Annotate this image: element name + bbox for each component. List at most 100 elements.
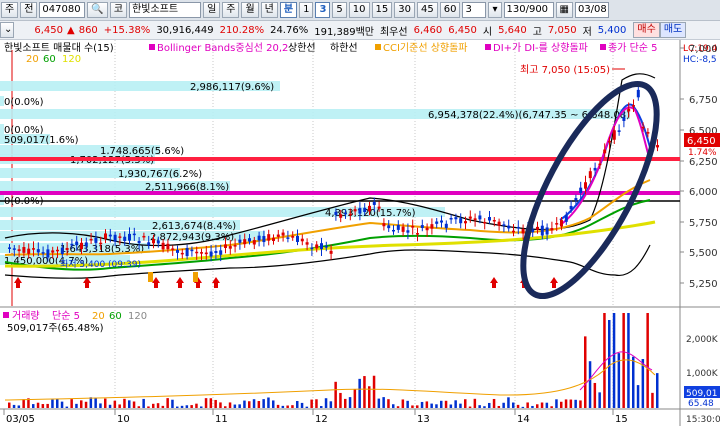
candle-body xyxy=(276,234,280,237)
candle-body xyxy=(555,223,559,225)
menu-icon[interactable]: ⌄ xyxy=(0,22,14,38)
period-week[interactable]: 주 xyxy=(222,2,240,18)
candle-body xyxy=(300,238,304,242)
stock-name-prefix[interactable]: 코 xyxy=(109,2,128,18)
volume-bar xyxy=(89,397,93,408)
volume-profile-label: 6,954,378(22.4%)(6,747.35 ~ 6,648.08) xyxy=(428,110,630,121)
candle-body xyxy=(608,140,611,143)
minute-60[interactable]: 60 xyxy=(439,2,461,18)
candle-body xyxy=(147,242,151,246)
candle-body xyxy=(569,205,573,210)
count-field[interactable]: 130/900 xyxy=(503,2,554,18)
price-label: 6,000 xyxy=(689,187,718,198)
volume-bar xyxy=(588,361,592,408)
volume-bar xyxy=(430,403,433,408)
volume-bar xyxy=(593,382,597,408)
x-label: 03/05 xyxy=(6,414,35,425)
candle-body xyxy=(152,238,155,244)
volume-bar xyxy=(22,399,25,408)
candle-body xyxy=(310,247,314,250)
volume-bar xyxy=(300,402,304,408)
minute-15[interactable]: 15 xyxy=(371,2,393,18)
candle-body xyxy=(449,217,453,220)
minute-3[interactable]: 3 xyxy=(315,2,331,18)
candle-body xyxy=(80,242,83,250)
period-month[interactable]: 월 xyxy=(241,2,259,18)
volume-bar xyxy=(483,406,486,408)
candle-body xyxy=(344,212,347,215)
minute-45[interactable]: 45 xyxy=(417,2,438,18)
volume-bar xyxy=(324,398,328,408)
volume-bar xyxy=(372,375,376,408)
tab-stock-type[interactable]: 주 xyxy=(1,2,19,18)
volume-bar xyxy=(166,398,169,408)
candle-body xyxy=(324,246,328,248)
volume-bar xyxy=(420,401,424,408)
volume-bar xyxy=(104,398,107,408)
volume-bar xyxy=(171,399,174,408)
volume-bar xyxy=(392,404,395,408)
period-minute[interactable]: 분 xyxy=(279,2,298,18)
candle-body xyxy=(377,206,381,209)
candle-body xyxy=(89,238,93,241)
volume-profile-label: 0(0.0%) xyxy=(4,97,44,108)
volume-bar xyxy=(492,398,496,408)
date-field[interactable]: 03/08 xyxy=(574,2,609,18)
candle-body xyxy=(252,240,256,245)
legend-lower: 하한선 xyxy=(330,41,358,54)
minute-5[interactable]: 5 xyxy=(332,2,347,18)
candle-body xyxy=(564,214,568,222)
chart-area[interactable]: 2,986,117(9.6%) 0(0.0%) 6,954,378(22.4%)(6… xyxy=(0,40,720,426)
sell-button[interactable]: 매도 xyxy=(659,22,687,38)
candle-body xyxy=(291,235,295,238)
mode-select[interactable]: 3 xyxy=(462,2,487,18)
volume-ma60: 60 xyxy=(109,311,122,322)
candle-body xyxy=(257,235,261,241)
candle-body xyxy=(94,237,98,243)
volume-bar xyxy=(310,399,313,408)
volume-current-pct: 65.48 xyxy=(688,399,714,409)
candle-body xyxy=(612,130,616,140)
calendar-icon[interactable]: ▦ xyxy=(555,2,573,18)
volume-bar xyxy=(449,404,453,408)
volume-bar xyxy=(137,406,141,408)
volume-bar xyxy=(51,399,54,408)
stock-name-field[interactable]: 한빛소프트 xyxy=(129,2,202,18)
stock-code-input[interactable]: 047080 xyxy=(39,2,86,18)
volume-bar xyxy=(108,404,112,408)
tab-market-type[interactable]: 전 xyxy=(20,2,38,18)
legend-bb-swatch xyxy=(149,44,155,50)
candle-body xyxy=(632,105,635,107)
period-day[interactable]: 일 xyxy=(203,2,221,18)
candle-body xyxy=(387,225,391,229)
candle-body xyxy=(214,250,218,254)
candle-body xyxy=(243,239,247,245)
candle-body xyxy=(401,226,405,232)
candle-body xyxy=(219,250,223,255)
chevron-down-icon[interactable]: ▾ xyxy=(488,2,502,18)
turnover-rate: 24.76% xyxy=(270,24,309,36)
candle-body xyxy=(646,132,650,134)
volume-ratio: 210.28% xyxy=(219,24,265,36)
price-chart-svg[interactable]: 2,986,117(9.6%) 0(0.0%) 6,954,378(22.4%)(6… xyxy=(0,40,720,426)
volume-bar xyxy=(142,398,145,408)
candle-body xyxy=(550,228,554,231)
volume-bar xyxy=(32,404,35,408)
period-year[interactable]: 년 xyxy=(260,2,278,18)
candle-body xyxy=(334,211,338,215)
buy-button[interactable]: 매수 xyxy=(633,22,660,38)
search-button[interactable]: 🔍 xyxy=(87,2,108,18)
volume-bar xyxy=(377,398,381,408)
candle-body xyxy=(171,248,175,250)
volume-bar xyxy=(555,399,558,408)
orange-marker xyxy=(148,272,153,282)
volume-bar xyxy=(161,405,165,408)
x-label: 12 xyxy=(315,414,328,425)
legend-upper: 상한선 xyxy=(288,42,316,54)
minute-10[interactable]: 10 xyxy=(348,2,370,18)
minute-1[interactable]: 1 xyxy=(299,2,314,18)
minute-30[interactable]: 30 xyxy=(394,2,415,18)
volume-profile-label: 1,930,767(6.2%) xyxy=(118,169,202,180)
volume-bar xyxy=(209,398,213,408)
volume-bar xyxy=(540,402,544,408)
